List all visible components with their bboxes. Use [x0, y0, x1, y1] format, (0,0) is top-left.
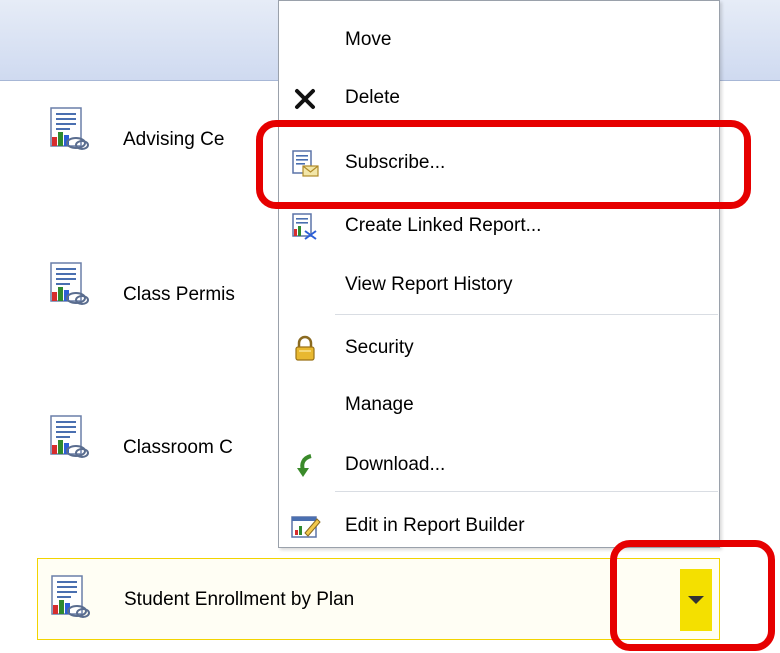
menu-separator [335, 314, 718, 315]
report-label[interactable]: Student Enrollment by Plan [124, 589, 354, 611]
report-icon [50, 415, 89, 458]
menu-item-label: Security [345, 337, 414, 358]
delete-icon [295, 89, 315, 109]
menu-item-label: Move [345, 29, 392, 50]
dropdown-highlight-box [610, 540, 775, 651]
menu-separator [335, 491, 718, 492]
menu-item-security[interactable]: Security [279, 319, 719, 377]
report-icon [50, 107, 89, 150]
menu-item-label: Create Linked Report... [345, 215, 542, 236]
menu-item-label: Manage [345, 394, 414, 415]
report-label[interactable]: Classroom C [123, 437, 233, 459]
menu-item-label: View Report History [345, 274, 513, 295]
report-icon [51, 575, 90, 618]
menu-item-manage[interactable]: Manage [279, 376, 719, 434]
menu-item-download[interactable]: Download... [279, 436, 719, 494]
linked-report-icon [292, 213, 317, 240]
report-icon [50, 262, 89, 305]
menu-item-move[interactable]: Move [279, 11, 719, 69]
menu-item-label: Delete [345, 87, 400, 108]
report-builder-icon [291, 516, 321, 538]
subscribe-highlight-box [256, 120, 751, 209]
report-label[interactable]: Advising Ce [123, 129, 224, 151]
menu-item-delete[interactable]: Delete [279, 69, 719, 127]
report-label[interactable]: Class Permis [123, 284, 235, 306]
menu-item-view-report-history[interactable]: View Report History [279, 256, 719, 314]
download-icon [297, 454, 312, 477]
lock-icon [295, 335, 315, 361]
context-menu: Move Delete Subscribe... Create Linked R… [278, 0, 720, 548]
menu-item-label: Download... [345, 454, 446, 475]
menu-item-label: Edit in Report Builder [345, 515, 525, 536]
